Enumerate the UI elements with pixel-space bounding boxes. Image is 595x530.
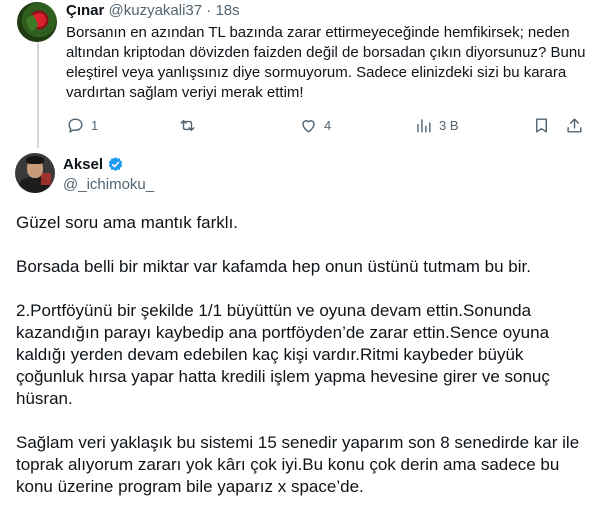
parent-tweet-text: Borsanın en azından TL bazında zarar ett…	[66, 24, 586, 101]
main-author-name-row: Aksel	[63, 155, 124, 174]
views-icon	[417, 118, 431, 133]
main-author-name[interactable]: Aksel	[63, 155, 103, 174]
share-button[interactable]	[565, 114, 584, 136]
retweet-icon	[180, 119, 195, 131]
reply-icon	[68, 117, 83, 133]
main-author-handle[interactable]: @_ichimoku_	[63, 175, 154, 194]
parent-author-handle[interactable]: @kuzyakali37	[109, 2, 203, 19]
parent-tweet-header: Çınar @kuzyakali37 · 18s	[66, 2, 240, 20]
parent-tweet[interactable]: Çınar @kuzyakali37 · 18s Borsanın en azı…	[0, 0, 595, 148]
tweet-paragraph: Sağlam veri yaklaşık bu sistemi 15 sened…	[16, 433, 580, 496]
like-count: 4	[324, 117, 332, 133]
views-button[interactable]: 3 B	[414, 114, 459, 136]
reply-button[interactable]: 1	[66, 114, 98, 136]
header-separator: ·	[206, 2, 212, 19]
reply-count: 1	[91, 117, 99, 133]
thread-connector-line	[37, 40, 39, 148]
parent-author-name[interactable]: Çınar	[66, 2, 104, 19]
views-count: 3 B	[439, 117, 459, 133]
parent-tweet-time[interactable]: 18s	[215, 2, 239, 19]
avatar-background-light	[41, 173, 51, 185]
share-icon	[567, 117, 582, 133]
bookmark-button[interactable]	[532, 114, 551, 136]
parent-tweet-actions: 1 4 3 B	[60, 114, 590, 136]
avatar-hair-shape	[26, 156, 44, 164]
tweet-paragraph: Güzel soru ama mantık farklı.	[16, 213, 239, 232]
like-icon	[302, 119, 315, 133]
verified-badge-icon[interactable]	[107, 156, 124, 173]
avatar[interactable]	[15, 153, 55, 193]
bookmark-icon	[536, 117, 547, 133]
tweet-paragraph: 2.Portföyünü bir şekilde 1/1 büyüttün ve…	[16, 301, 550, 408]
retweet-button[interactable]	[178, 114, 203, 136]
like-button[interactable]: 4	[299, 114, 331, 136]
main-tweet-text: Güzel soru ama mantık farklı. Borsada be…	[16, 212, 581, 520]
parent-author-avatar[interactable]	[17, 2, 57, 42]
tweet-paragraph: Borsada belli bir miktar var kafamda hep…	[16, 257, 531, 276]
